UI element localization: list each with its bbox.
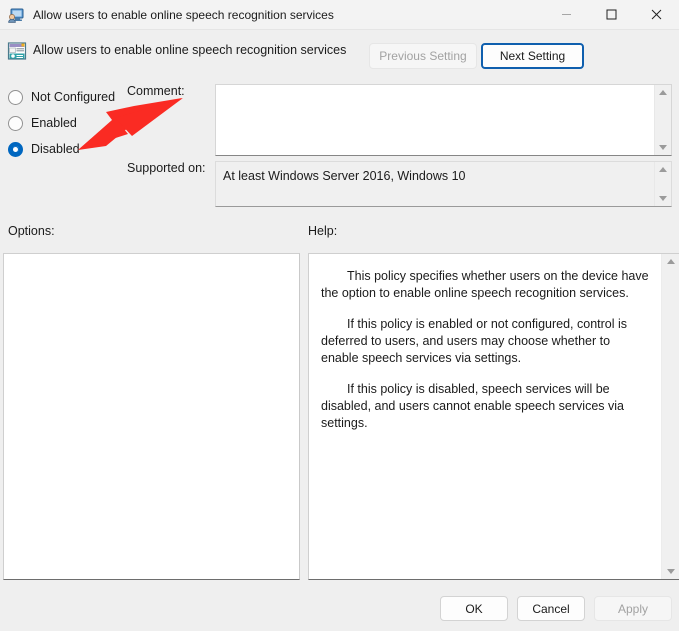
supported-on-label: Supported on: bbox=[127, 161, 206, 175]
radio-disabled[interactable]: Disabled bbox=[8, 136, 115, 162]
radio-label-enabled: Enabled bbox=[31, 116, 77, 130]
help-paragraph-3: If this policy is disabled, speech servi… bbox=[321, 382, 624, 430]
comment-content bbox=[216, 85, 654, 155]
ok-button[interactable]: OK bbox=[440, 596, 508, 621]
supported-on-scrollbar[interactable] bbox=[654, 162, 671, 206]
scroll-up-icon[interactable] bbox=[659, 167, 667, 172]
help-panel[interactable]: This policy specifies whether users on t… bbox=[308, 253, 679, 580]
window-controls bbox=[544, 0, 679, 29]
radio-label-not-configured: Not Configured bbox=[31, 90, 116, 104]
supported-on-box: At least Windows Server 2016, Windows 10 bbox=[215, 161, 672, 207]
comment-input[interactable] bbox=[223, 91, 647, 149]
apply-button[interactable]: Apply bbox=[594, 596, 672, 621]
comment-box[interactable] bbox=[215, 84, 672, 156]
radio-not-configured[interactable]: Not Configured bbox=[8, 84, 115, 110]
window-title: Allow users to enable online speech reco… bbox=[33, 7, 334, 22]
supported-on-value: At least Windows Server 2016, Windows 10 bbox=[223, 169, 466, 183]
scroll-down-icon[interactable] bbox=[659, 196, 667, 201]
policy-title: Allow users to enable online speech reco… bbox=[33, 43, 347, 57]
previous-setting-button[interactable]: Previous Setting bbox=[369, 43, 477, 69]
options-panel[interactable] bbox=[3, 253, 300, 580]
cancel-button[interactable]: Cancel bbox=[517, 596, 585, 621]
help-paragraph-1: This policy specifies whether users on t… bbox=[321, 269, 649, 300]
options-label: Options: bbox=[8, 224, 55, 238]
next-setting-button[interactable]: Next Setting bbox=[481, 43, 584, 69]
policy-setting-icon bbox=[7, 41, 27, 61]
help-paragraph-2: If this policy is enabled or not configu… bbox=[321, 317, 628, 365]
comment-label: Comment: bbox=[127, 84, 185, 98]
policy-state-radio-group: Not Configured Enabled Disabled bbox=[8, 84, 115, 162]
scroll-up-icon[interactable] bbox=[666, 259, 675, 264]
radio-circle-icon bbox=[8, 89, 23, 105]
policy-monitor-icon bbox=[8, 7, 24, 23]
options-content bbox=[4, 254, 299, 579]
scroll-down-icon[interactable] bbox=[659, 145, 667, 150]
radio-enabled[interactable]: Enabled bbox=[8, 110, 115, 136]
minimize-button[interactable] bbox=[544, 0, 589, 29]
title-bar: Allow users to enable online speech reco… bbox=[0, 0, 679, 30]
help-label: Help: bbox=[308, 224, 338, 238]
comment-scrollbar[interactable] bbox=[654, 85, 671, 155]
radio-label-disabled: Disabled bbox=[31, 142, 80, 156]
radio-circle-selected-icon bbox=[8, 141, 23, 157]
help-text: This policy specifies whether users on t… bbox=[309, 254, 661, 579]
help-scrollbar[interactable] bbox=[661, 254, 679, 579]
close-button[interactable] bbox=[634, 0, 679, 29]
scroll-up-icon[interactable] bbox=[659, 90, 667, 95]
scroll-down-icon[interactable] bbox=[666, 569, 675, 574]
maximize-button[interactable] bbox=[589, 0, 634, 29]
radio-circle-icon bbox=[8, 115, 23, 131]
